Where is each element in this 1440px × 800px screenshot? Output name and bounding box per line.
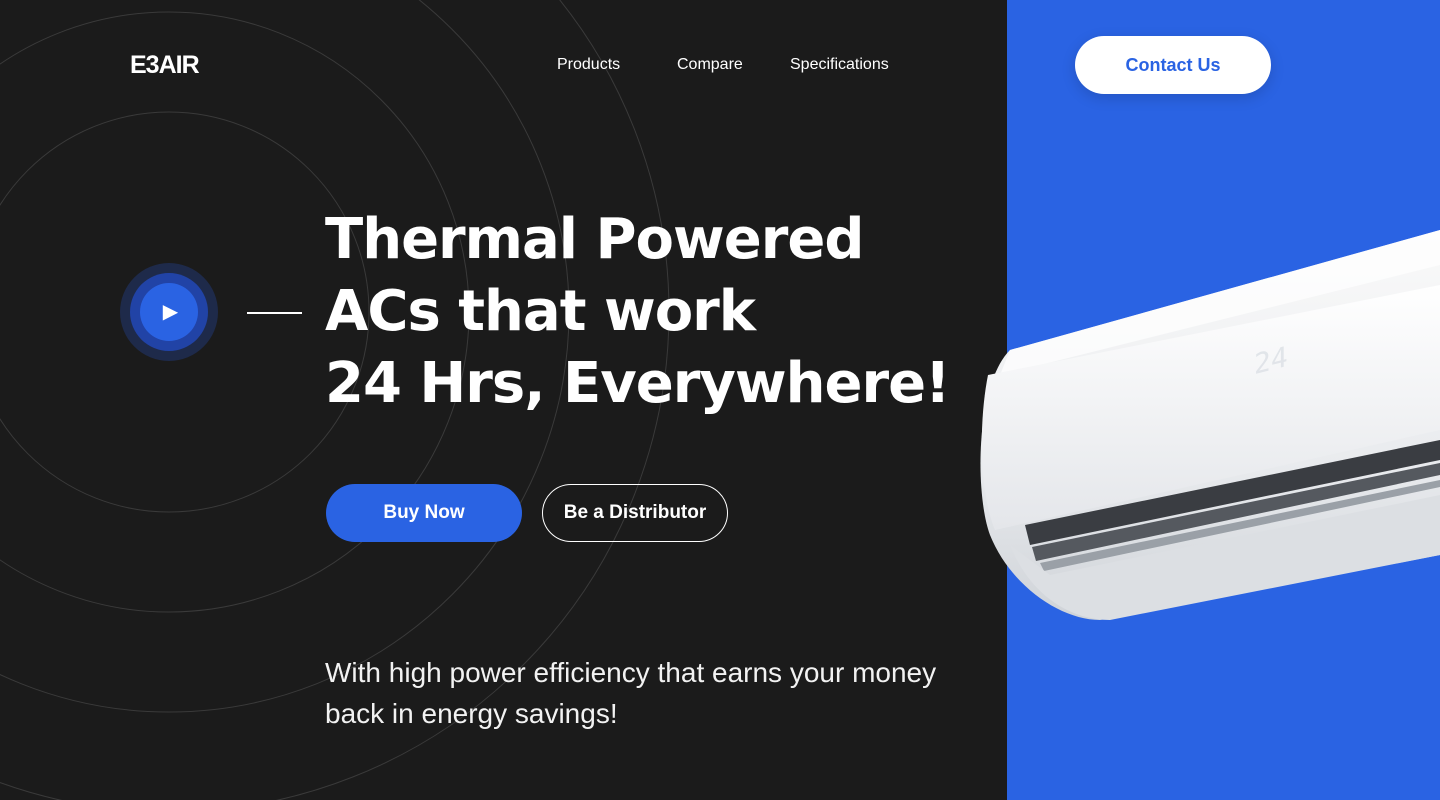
- nav-item-products[interactable]: Products: [557, 55, 620, 75]
- contact-us-button[interactable]: Contact Us: [1075, 36, 1271, 94]
- headline-line-2: ACs that work: [325, 279, 756, 344]
- headline-line-3: 24 Hrs, Everywhere!: [325, 351, 951, 416]
- nav-item-specifications[interactable]: Specifications: [790, 55, 889, 75]
- play-icon: ▶: [162, 301, 179, 323]
- decorative-dash: [247, 312, 302, 314]
- air-conditioner-image: [970, 225, 1440, 625]
- be-a-distributor-button[interactable]: Be a Distributor: [542, 484, 728, 542]
- brand-logo[interactable]: E3AIR: [130, 52, 200, 78]
- hero-headline: Thermal Powered ACs that work 24 Hrs, Ev…: [325, 204, 985, 420]
- nav-item-compare[interactable]: Compare: [677, 55, 743, 75]
- headline-line-1: Thermal Powered: [325, 207, 864, 272]
- play-video-button[interactable]: ▶: [120, 263, 218, 361]
- buy-now-button[interactable]: Buy Now: [326, 484, 522, 542]
- hero-subtext: With high power efficiency that earns yo…: [325, 657, 937, 729]
